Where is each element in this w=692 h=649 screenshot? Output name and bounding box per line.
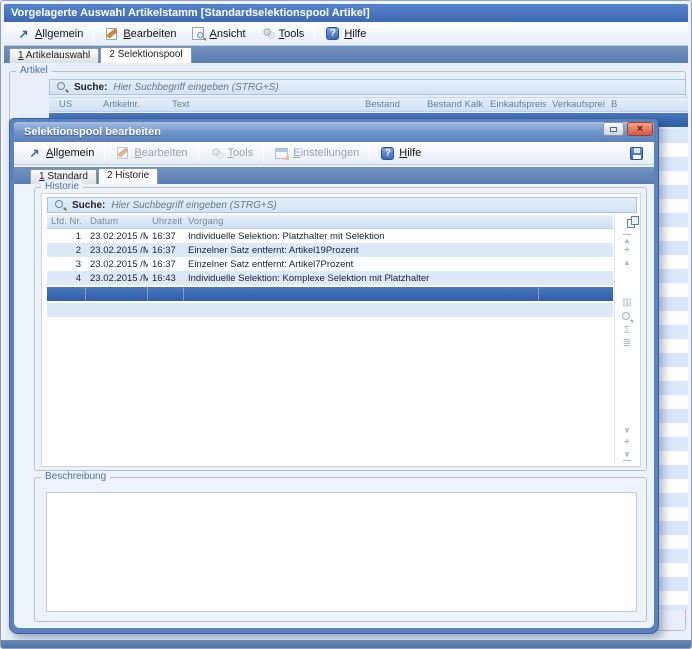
artikel-group-label: Artikel: [16, 65, 52, 77]
menu-item-hilfe[interactable]: ? Hilfe: [318, 25, 373, 43]
arrow-up-right-icon: ↗: [16, 27, 31, 41]
columns-icon[interactable]: ▥: [615, 298, 639, 307]
column-header-b[interactable]: B: [605, 99, 645, 110]
menu-label: Hilfe: [344, 28, 366, 40]
grid-nav-strip: ▲ + ▲ ▥ Σ ≣ ▼ + ▼: [615, 194, 639, 468]
column-header-uhrzeit[interactable]: Uhrzeit: [148, 216, 184, 227]
menu-separator: [314, 26, 315, 42]
selektionspool-dialog: Selektionspool bearbeiten × ↗ Allgemein …: [9, 118, 659, 634]
view-magnifier-icon: [191, 27, 206, 41]
gears-icon: ⚙: [209, 146, 224, 160]
menu-label: Bearbeiten: [123, 28, 176, 40]
historie-row[interactable]: 4 23.02.2015 /Mo 16:43 Individuelle Sele…: [47, 271, 613, 285]
edit-icon: [104, 27, 119, 41]
close-button[interactable]: ×: [627, 122, 653, 136]
main-menubar: ↗ Allgemein Bearbeiten Ansicht ⚙ Tools ?…: [4, 22, 688, 46]
move-up-icon[interactable]: +: [615, 246, 639, 255]
menu-item-tools[interactable]: ⚙ Tools: [253, 25, 312, 43]
window-title: Vorgelagerte Auswahl Artikelstamm [Stand…: [11, 7, 370, 19]
save-icon: [630, 147, 643, 160]
menu-item-bearbeiten[interactable]: Bearbeiten: [97, 25, 183, 43]
column-header-vorgang[interactable]: Vorgang: [184, 216, 539, 227]
historie-row[interactable]: 1 23.02.2015 /Mo 16:37 Individuelle Sele…: [47, 229, 613, 243]
search-icon: [56, 81, 68, 93]
beschreibung-group-label: Beschreibung: [41, 471, 110, 483]
column-header-einkaufspreis[interactable]: Einkaufspreis: [484, 99, 546, 110]
dialog-menu-item-hilfe[interactable]: ? Hilfe: [373, 144, 428, 162]
column-header-lfd-nr[interactable]: Lfd. Nr.: [47, 216, 86, 227]
beschreibung-groupbox: Beschreibung: [34, 477, 647, 622]
historie-row[interactable]: 2 23.02.2015 /Mo 16:37 Einzelner Satz en…: [47, 243, 613, 257]
dialog-menubar: ↗ Allgemein Bearbeiten ⚙ Tools Einstellu…: [14, 142, 654, 165]
gears-icon: ⚙: [260, 27, 275, 41]
menu-item-ansicht[interactable]: Ansicht: [184, 25, 253, 43]
arrow-up-right-icon: ↗: [27, 146, 42, 160]
close-icon: ×: [637, 124, 643, 135]
page-down-icon[interactable]: ▼: [615, 426, 639, 435]
search-placeholder: Hier Suchbegriff eingeben (STRG+S): [111, 200, 276, 211]
tab-artikelauswahl[interactable]: 1 Artikelauswahl: [9, 48, 99, 63]
historie-table-panel: Suche: Hier Suchbegriff eingeben (STRG+S…: [41, 193, 641, 467]
artikel-table-header[interactable]: US Artikelnr. Text Bestand Bestand Kalk.…: [49, 97, 688, 112]
column-header-us[interactable]: US: [49, 99, 97, 110]
search-label: Suche:: [74, 82, 107, 93]
dialog-titlebar: Selektionspool bearbeiten: [14, 122, 654, 142]
artikel-search-bar[interactable]: Suche: Hier Suchbegriff eingeben (STRG+S…: [49, 79, 686, 95]
menu-label: Ansicht: [210, 28, 246, 40]
menu-separator: [369, 145, 370, 161]
historie-group-label: Historie: [41, 181, 83, 193]
page-up-icon[interactable]: ▲: [615, 258, 639, 267]
menu-item-allgemein[interactable]: ↗ Allgemein: [9, 25, 90, 43]
column-header-artikelnr[interactable]: Artikelnr.: [97, 99, 166, 110]
save-button[interactable]: [629, 146, 644, 160]
dialog-menu-item-allgemein[interactable]: ↗ Allgemein: [20, 144, 101, 162]
column-header-datum[interactable]: Datum: [86, 216, 148, 227]
row-settings-icon[interactable]: ≣: [615, 339, 639, 348]
menu-label: Tools: [279, 28, 305, 40]
main-tabstrip: 1 Artikelauswahl 2 Selektionspool: [4, 46, 688, 63]
beschreibung-text-area[interactable]: [46, 492, 637, 612]
search-placeholder: Hier Suchbegriff eingeben (STRG+S): [113, 82, 278, 93]
sum-icon[interactable]: Σ: [615, 326, 639, 335]
historie-selected-row[interactable]: [47, 287, 613, 301]
dialog-menu-item-bearbeiten[interactable]: Bearbeiten: [108, 144, 194, 162]
dialog-body: 1 Standard 2 Historie Historie Suche: Hi…: [14, 165, 654, 628]
main-window: Vorgelagerte Auswahl Artikelstamm [Stand…: [0, 0, 692, 649]
edit-icon: [115, 146, 130, 160]
zoom-grid-icon[interactable]: [615, 311, 639, 325]
help-icon: ?: [380, 146, 395, 160]
search-icon: [54, 199, 66, 211]
historie-table-header[interactable]: Lfd. Nr. Datum Uhrzeit Vorgang: [47, 215, 613, 229]
window-titlebar: Vorgelagerte Auswahl Artikelstamm [Stand…: [4, 4, 688, 22]
move-down-icon[interactable]: +: [615, 438, 639, 447]
scroll-to-bottom-icon[interactable]: ▼: [615, 450, 639, 461]
column-header-text[interactable]: Text: [166, 99, 359, 110]
dialog-tabstrip: 1 Standard 2 Historie: [14, 167, 654, 184]
dialog-menu-item-tools[interactable]: ⚙ Tools: [202, 144, 261, 162]
settings-window-icon: [274, 146, 289, 160]
restore-icon: [610, 127, 617, 132]
help-icon: ?: [325, 27, 340, 41]
scroll-to-top-icon[interactable]: ▲: [615, 234, 639, 245]
historie-search-bar[interactable]: Suche: Hier Suchbegriff eingeben (STRG+S…: [47, 197, 637, 213]
menu-label: Allgemein: [35, 28, 83, 40]
historie-row[interactable]: 3 23.02.2015 /Mo 16:37 Einzelner Satz en…: [47, 257, 613, 271]
historie-groupbox: Historie Suche: Hier Suchbegriff eingebe…: [34, 187, 647, 471]
column-header-verkaufspreis[interactable]: Verkaufspreis: [546, 99, 605, 110]
menu-separator: [104, 145, 105, 161]
dialog-menu-item-einstellungen[interactable]: Einstellungen: [267, 144, 366, 162]
restore-button[interactable]: [603, 122, 624, 136]
dialog-title: Selektionspool bearbeiten: [24, 126, 161, 138]
column-header-bestand-kalk[interactable]: Bestand Kalk.: [421, 99, 484, 110]
menu-separator: [198, 145, 199, 161]
search-label: Suche:: [72, 200, 105, 211]
menu-separator: [93, 26, 94, 42]
historie-empty-row[interactable]: [47, 303, 613, 317]
tab-selektionspool[interactable]: 2 Selektionspool: [100, 47, 191, 63]
window-bottom-frame: [1, 640, 691, 648]
column-header-bestand[interactable]: Bestand: [359, 99, 421, 110]
menu-separator: [263, 145, 264, 161]
dialog-window-buttons: ×: [603, 122, 653, 136]
tab-historie[interactable]: 2 Historie: [98, 168, 158, 184]
